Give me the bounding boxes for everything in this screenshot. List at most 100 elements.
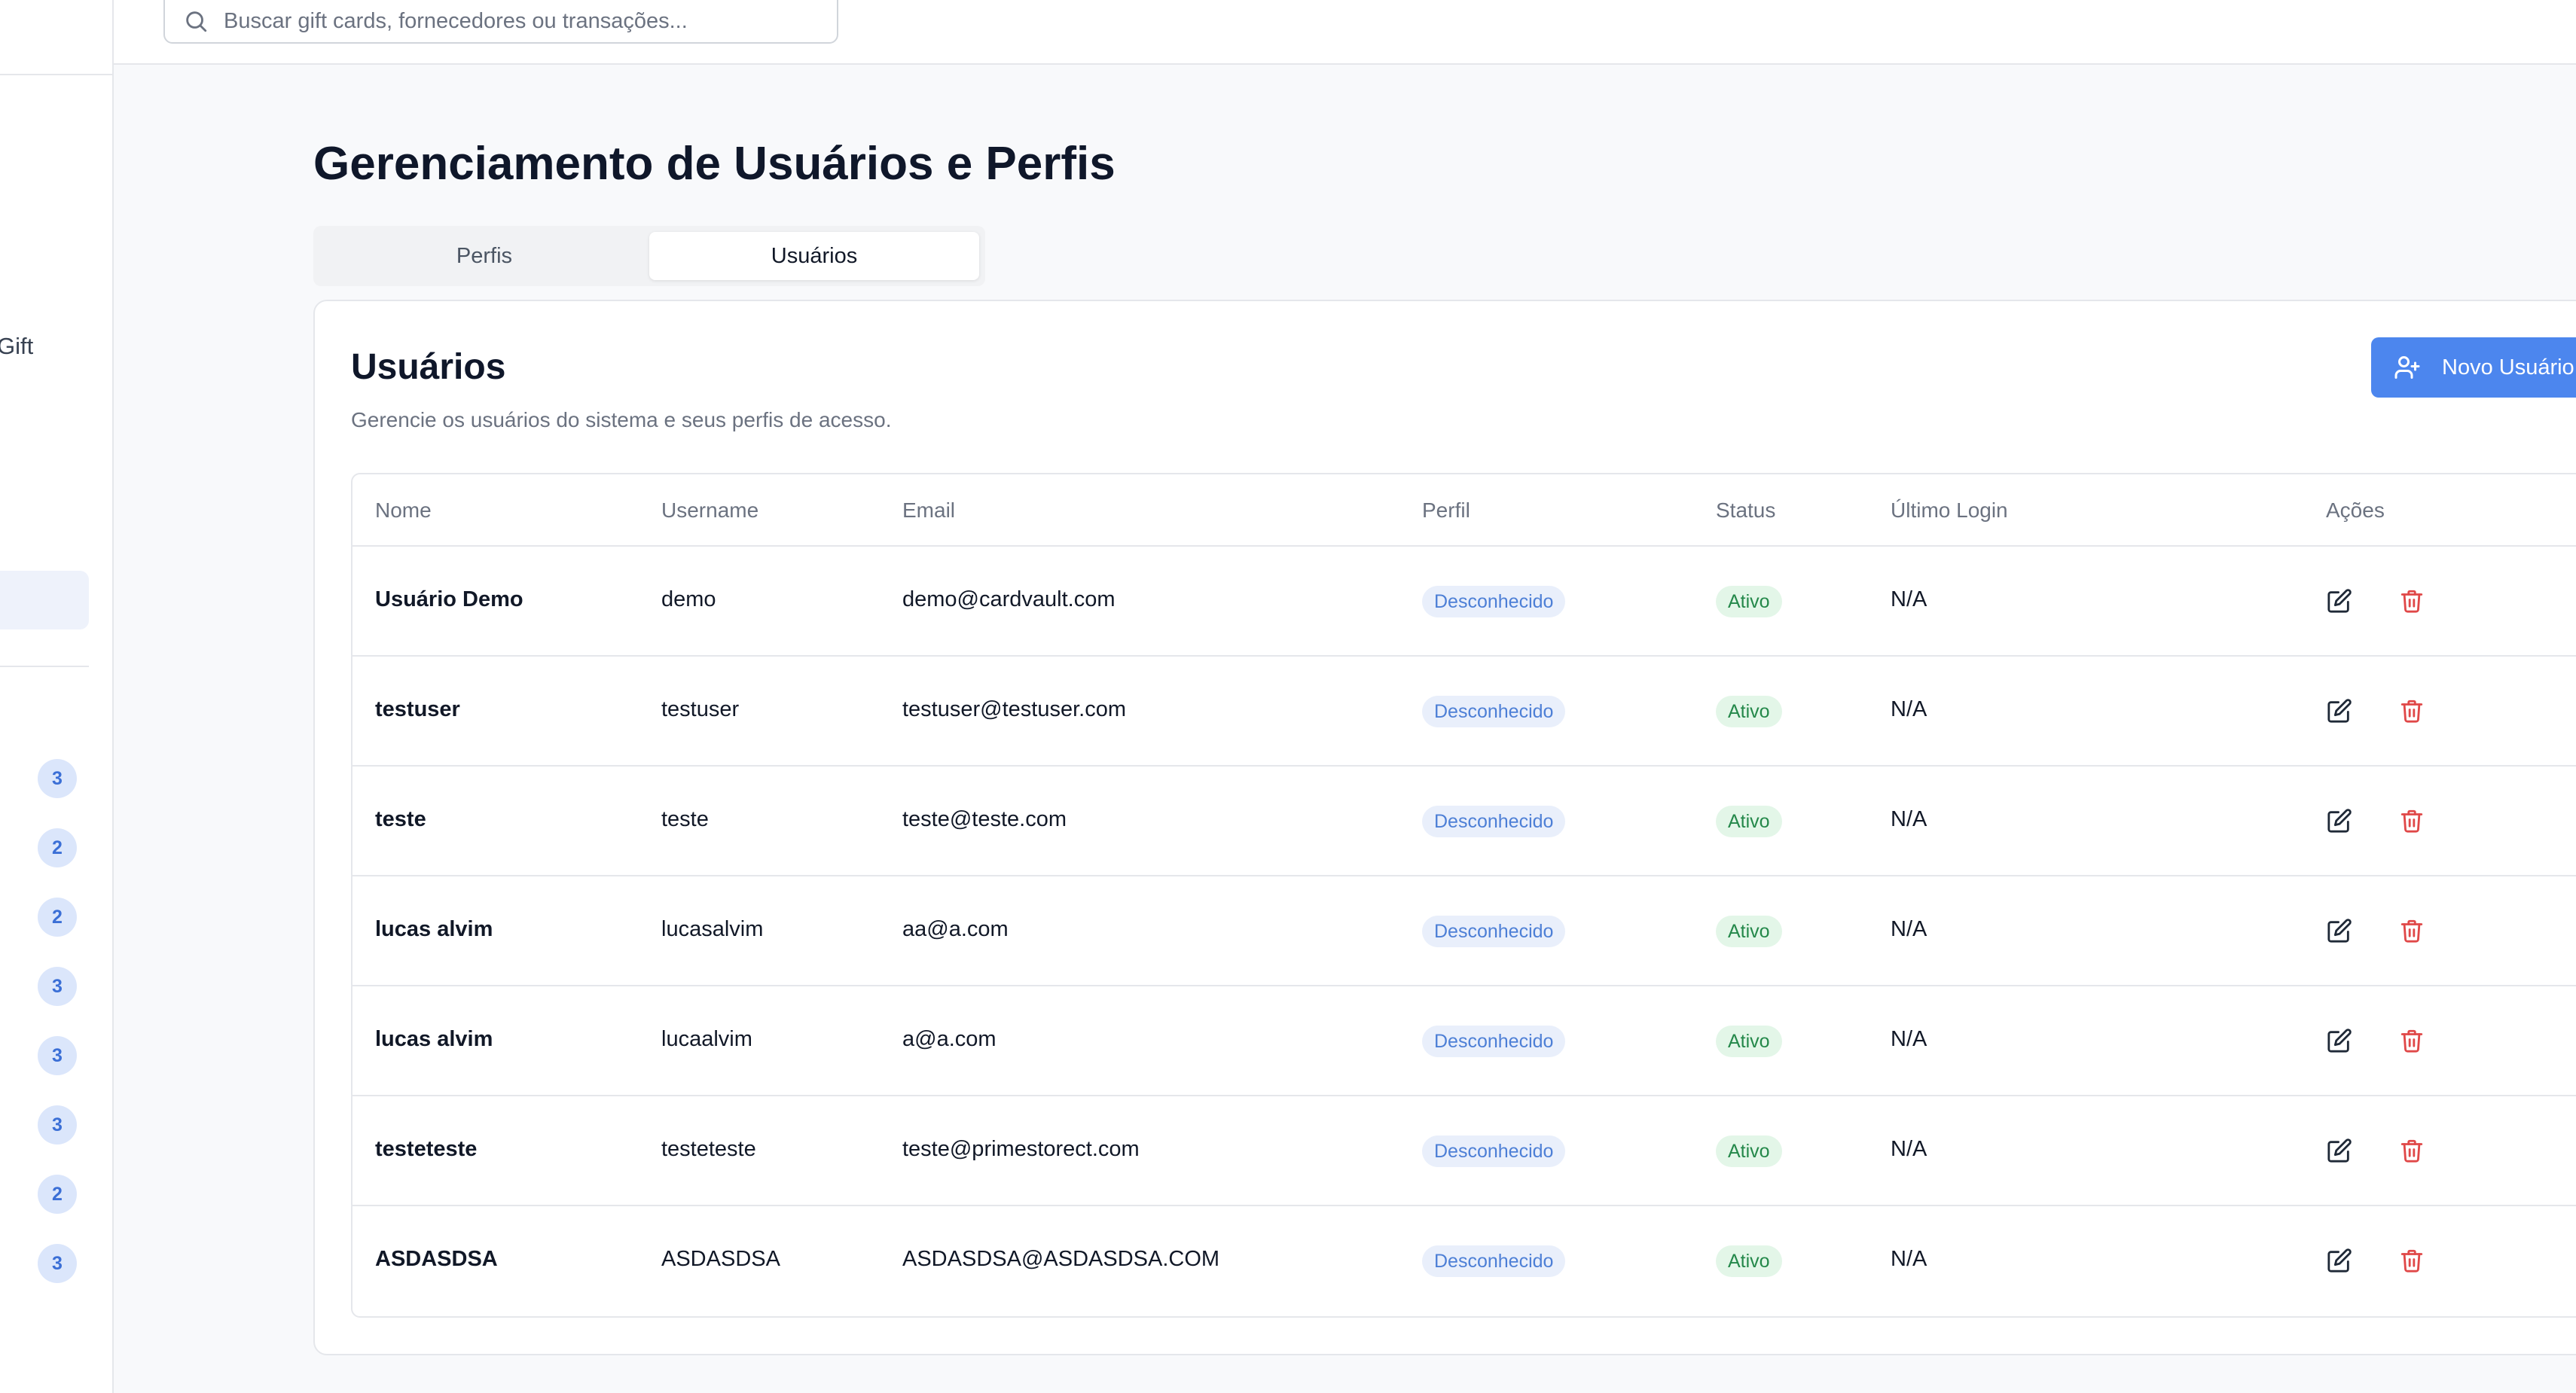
table-row: ASDASDSA ASDASDSA ASDASDSA@ASDASDSA.COM Des… bbox=[353, 1206, 2576, 1316]
cell-ultimo-login: N/A bbox=[1891, 587, 1927, 611]
sidebar-count-badge: 3 bbox=[38, 1105, 77, 1145]
table-row: testeteste testeteste teste@primestorect.c… bbox=[353, 1096, 2576, 1206]
cell-nome: testeteste bbox=[375, 1137, 478, 1161]
cell-nome: testuser bbox=[375, 697, 460, 721]
column-header-username: Username bbox=[661, 498, 759, 522]
user-plus-icon bbox=[2394, 356, 2420, 379]
trash-icon bbox=[2401, 700, 2423, 723]
perfil-badge: Desconhecido bbox=[1422, 1135, 1566, 1167]
table-row: lucas alvim lucasalvim aa@a.com Desconhecid… bbox=[353, 876, 2576, 986]
sidebar-count-badge: 2 bbox=[38, 1175, 77, 1214]
search-box[interactable] bbox=[163, 0, 838, 44]
sidebar-divider bbox=[0, 666, 89, 667]
status-badge: Ativo bbox=[1716, 1245, 1782, 1277]
sidebar-item-gift-label[interactable]: Gift bbox=[0, 333, 33, 360]
edit-icon bbox=[2327, 589, 2352, 613]
card-description: Gerencie os usuários do sistema e seus p… bbox=[351, 408, 892, 431]
edit-button[interactable] bbox=[2324, 586, 2355, 616]
perfil-badge: Desconhecido bbox=[1422, 586, 1566, 617]
trash-icon bbox=[2401, 1139, 2423, 1163]
edit-button[interactable] bbox=[2324, 806, 2355, 836]
tab-usuarios[interactable]: Usuários bbox=[649, 232, 979, 280]
sidebar: Gift 3 2 2 3 3 3 2 3 bbox=[0, 0, 114, 1393]
edit-icon bbox=[2327, 1029, 2352, 1053]
cell-username: lucasalvim bbox=[661, 917, 764, 941]
edit-icon bbox=[2327, 919, 2352, 943]
delete-button[interactable] bbox=[2397, 916, 2427, 946]
edit-icon bbox=[2327, 809, 2352, 833]
cell-username: testuser bbox=[661, 697, 740, 721]
search-input[interactable] bbox=[224, 8, 796, 34]
table-header: Nome Username Email Perfil Status Último… bbox=[353, 474, 2576, 547]
edit-button[interactable] bbox=[2324, 1245, 2355, 1276]
sidebar-count-badge: 2 bbox=[38, 828, 77, 867]
sidebar-count-badge: 3 bbox=[38, 1036, 77, 1075]
trash-icon bbox=[2401, 919, 2423, 943]
edit-icon bbox=[2327, 1248, 2352, 1273]
trash-icon bbox=[2401, 809, 2423, 833]
sidebar-count-badge: 3 bbox=[38, 759, 77, 798]
column-header-nome: Nome bbox=[375, 498, 432, 522]
cell-username: testeteste bbox=[661, 1137, 756, 1161]
table-row: lucas alvim lucaalvim a@a.com Desconhecido A… bbox=[353, 986, 2576, 1096]
cell-ultimo-login: N/A bbox=[1891, 1247, 1927, 1271]
perfil-badge: Desconhecido bbox=[1422, 916, 1566, 947]
sidebar-count-badge: 3 bbox=[38, 967, 77, 1006]
status-badge: Ativo bbox=[1716, 806, 1782, 837]
table-row: teste teste teste@teste.com Desconhecido Ati… bbox=[353, 767, 2576, 876]
cell-ultimo-login: N/A bbox=[1891, 1027, 1927, 1051]
delete-button[interactable] bbox=[2397, 696, 2427, 726]
status-badge: Ativo bbox=[1716, 1026, 1782, 1057]
edit-button[interactable] bbox=[2324, 1135, 2355, 1166]
status-badge: Ativo bbox=[1716, 1135, 1782, 1167]
delete-button[interactable] bbox=[2397, 1245, 2427, 1276]
top-header bbox=[114, 0, 2576, 65]
trash-icon bbox=[2401, 1249, 2423, 1273]
cell-ultimo-login: N/A bbox=[1891, 917, 1927, 941]
table-row: testuser testuser testuser@testuser.com Des… bbox=[353, 657, 2576, 767]
users-table: Nome Username Email Perfil Status Último… bbox=[351, 473, 2576, 1318]
perfil-badge: Desconhecido bbox=[1422, 1026, 1566, 1057]
tab-perfis[interactable]: Perfis bbox=[319, 232, 649, 280]
edit-icon bbox=[2327, 1138, 2352, 1163]
trash-icon bbox=[2401, 590, 2423, 613]
cell-email: a@a.com bbox=[902, 1027, 997, 1051]
cell-email: ASDASDSA@ASDASDSA.COM bbox=[902, 1247, 1220, 1271]
delete-button[interactable] bbox=[2397, 806, 2427, 836]
cell-email: testuser@testuser.com bbox=[902, 697, 1126, 721]
column-header-ultimo-login: Último Login bbox=[1891, 498, 2008, 522]
sidebar-count-badge: 2 bbox=[38, 898, 77, 937]
column-header-email: Email bbox=[902, 498, 956, 522]
cell-username: ASDASDSA bbox=[661, 1247, 780, 1271]
delete-button[interactable] bbox=[2397, 1026, 2427, 1056]
delete-button[interactable] bbox=[2397, 1135, 2427, 1166]
cell-email: teste@teste.com bbox=[902, 807, 1067, 831]
edit-button[interactable] bbox=[2324, 916, 2355, 946]
search-icon bbox=[186, 11, 207, 32]
column-header-acoes: Ações bbox=[2326, 498, 2385, 522]
new-user-button[interactable]: Novo Usuário bbox=[2371, 337, 2576, 398]
perfil-badge: Desconhecido bbox=[1422, 1245, 1566, 1277]
edit-button[interactable] bbox=[2324, 696, 2355, 726]
cell-email: demo@cardvault.com bbox=[902, 587, 1116, 611]
status-badge: Ativo bbox=[1716, 916, 1782, 947]
cell-nome: ASDASDSA bbox=[375, 1247, 498, 1271]
table-row: Usuário Demo demo demo@cardvault.com Descon… bbox=[353, 547, 2576, 657]
cell-ultimo-login: N/A bbox=[1891, 1137, 1927, 1161]
cell-ultimo-login: N/A bbox=[1891, 697, 1927, 721]
new-user-button-label: Novo Usuário bbox=[2442, 355, 2574, 379]
cell-email: aa@a.com bbox=[902, 917, 1009, 941]
cell-nome: Usuário Demo bbox=[375, 587, 523, 611]
perfil-badge: Desconhecido bbox=[1422, 696, 1566, 727]
trash-icon bbox=[2401, 1029, 2423, 1053]
status-badge: Ativo bbox=[1716, 696, 1782, 727]
delete-button[interactable] bbox=[2397, 586, 2427, 616]
sidebar-count-badge: 3 bbox=[38, 1244, 77, 1283]
edit-icon bbox=[2327, 699, 2352, 723]
users-card: Usuários Gerencie os usuários do sistema… bbox=[313, 300, 2576, 1355]
edit-button[interactable] bbox=[2324, 1026, 2355, 1056]
sidebar-item-active[interactable] bbox=[0, 571, 89, 629]
cell-ultimo-login: N/A bbox=[1891, 807, 1927, 831]
column-header-perfil: Perfil bbox=[1422, 498, 1470, 522]
cell-nome: teste bbox=[375, 807, 426, 831]
